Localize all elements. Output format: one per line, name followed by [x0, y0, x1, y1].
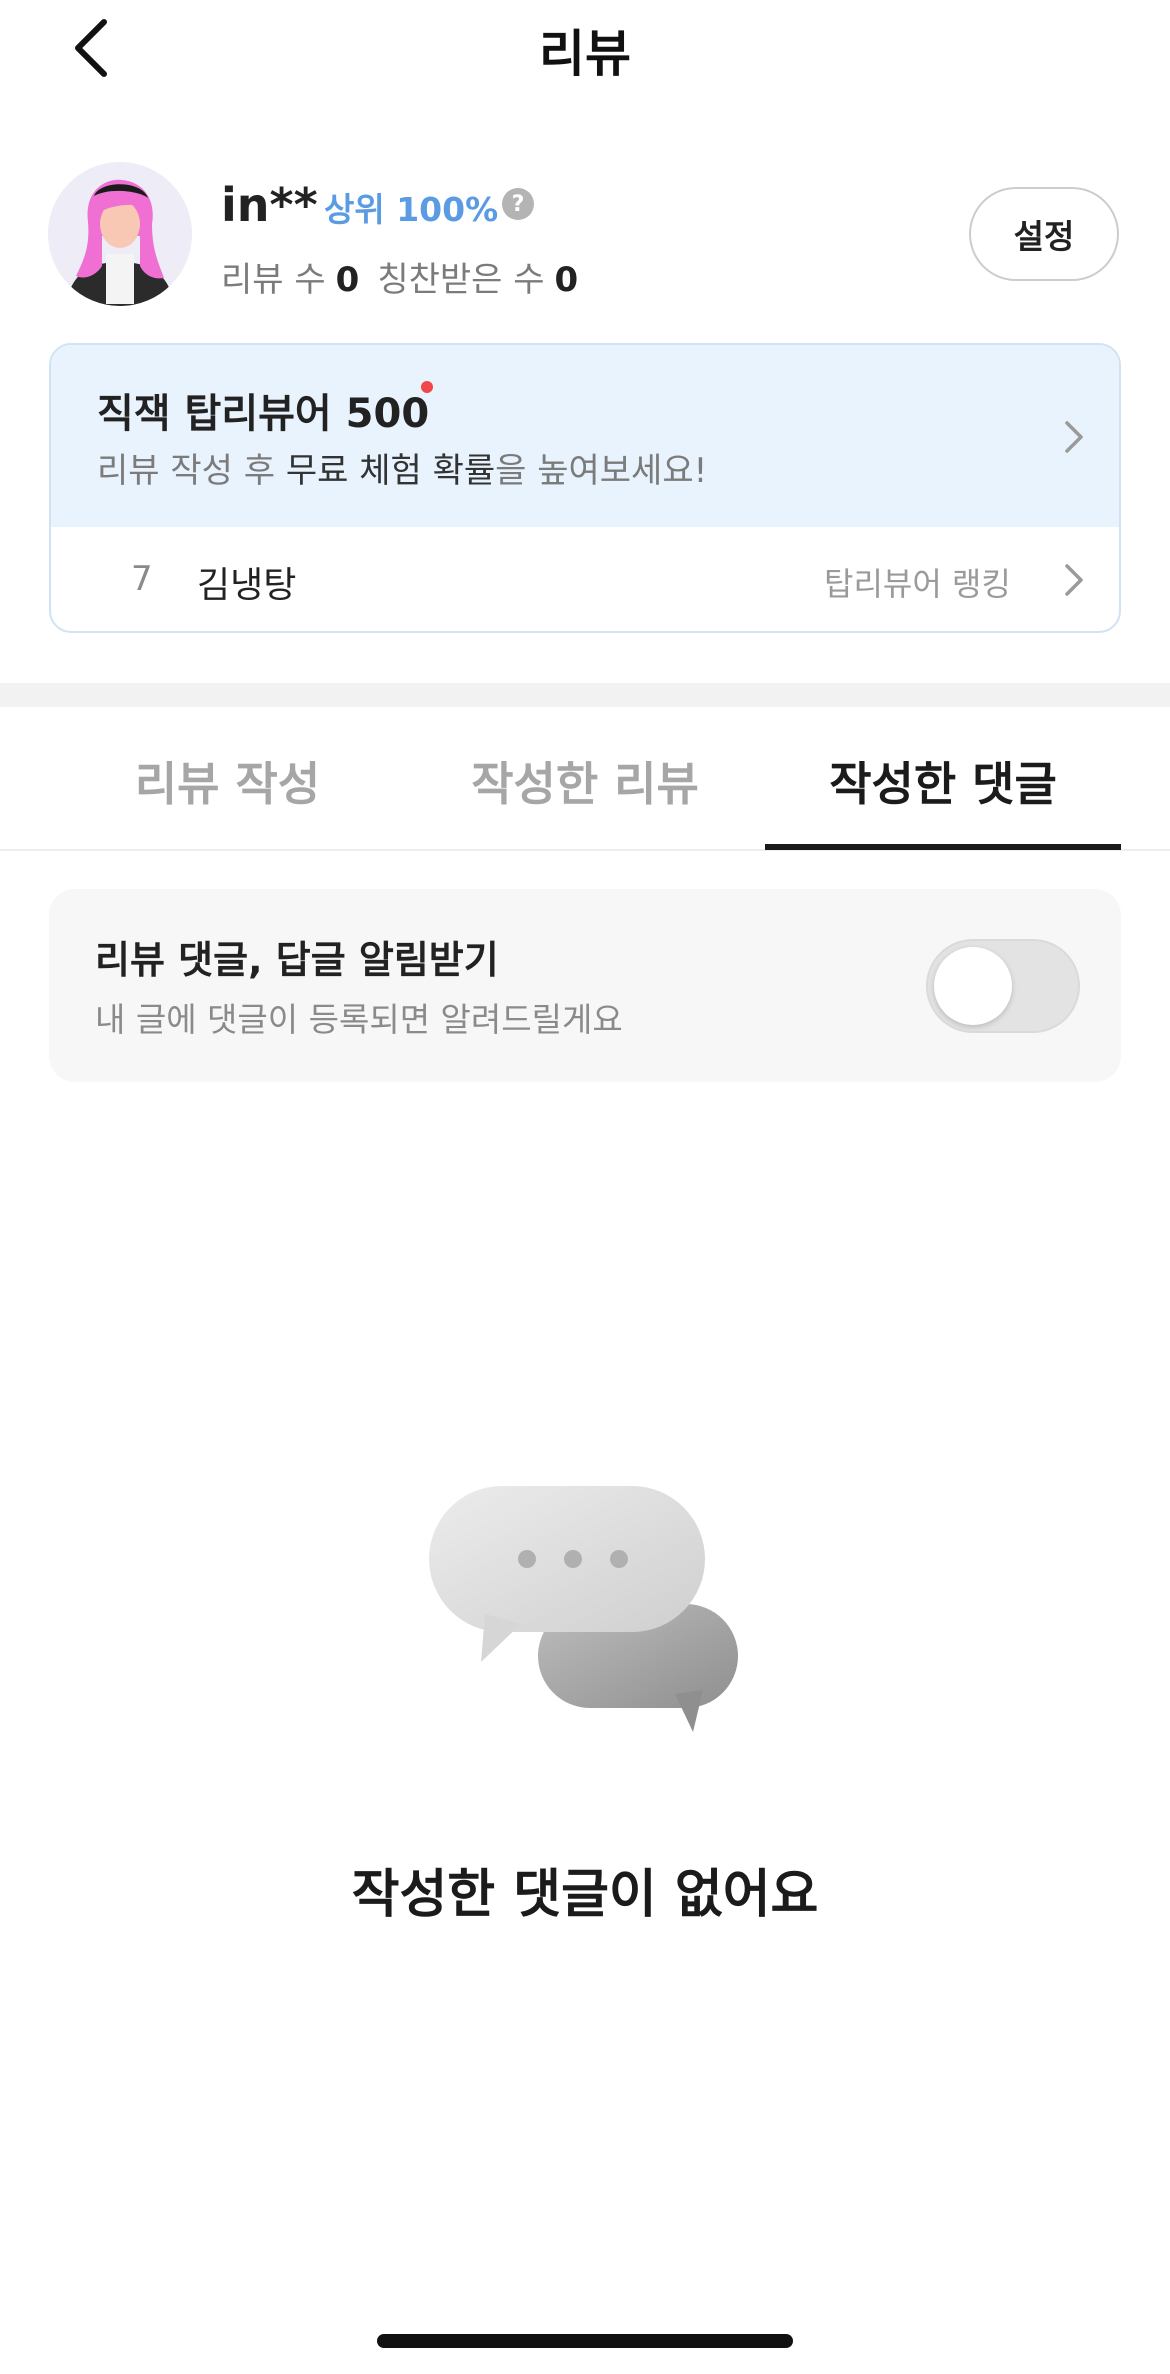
- praise-count-label: 칭찬받은 수: [377, 260, 545, 300]
- page-title: 리뷰: [539, 25, 631, 83]
- tab-write-review[interactable]: 리뷰 작성: [70, 748, 385, 814]
- desc-pre: 리뷰 작성 후: [97, 451, 286, 491]
- tab-written-comments[interactable]: 작성한 댓글: [765, 748, 1121, 814]
- top-reviewer-description: 리뷰 작성 후 무료 체험 확률을 높여보세요!: [97, 443, 707, 492]
- chevron-right-icon[interactable]: [1053, 560, 1093, 600]
- tab-written-reviews[interactable]: 작성한 리뷰: [425, 748, 745, 814]
- settings-button[interactable]: 설정: [969, 187, 1119, 281]
- comment-notification-row: 리뷰 댓글, 답글 알림받기 내 글에 댓글이 등록되면 알려드릴게요: [49, 889, 1121, 1082]
- avatar: [48, 162, 192, 306]
- home-indicator: [377, 2334, 793, 2348]
- notification-title: 리뷰 댓글, 답글 알림받기: [95, 938, 499, 982]
- desc-post: 을 높여보세요!: [495, 451, 708, 491]
- active-tab-indicator: [765, 844, 1121, 850]
- empty-state-message: 작성한 댓글이 없어요: [351, 1865, 819, 1925]
- rank-number: 7: [131, 559, 153, 599]
- profile-stats: 리뷰 수 0 칭찬받은 수0: [221, 252, 578, 301]
- top-reviewer-banner[interactable]: 직잭 탑리뷰어 500 리뷰 작성 후 무료 체험 확률을 높여보세요!: [51, 345, 1119, 527]
- new-dot-badge: [421, 381, 433, 393]
- top-reviewer-card: 직잭 탑리뷰어 500 리뷰 작성 후 무료 체험 확률을 높여보세요! 7 김…: [49, 343, 1121, 633]
- chevron-right-icon: [1065, 421, 1083, 453]
- top-reviewer-title: 직잭 탑리뷰어 500: [97, 391, 430, 437]
- rank-badge: 상위 100%: [324, 190, 499, 229]
- help-icon-glyph: ?: [511, 191, 525, 217]
- chat-bubbles-icon: [429, 1486, 738, 1732]
- notification-description: 내 글에 댓글이 등록되면 알려드릴게요: [95, 1000, 623, 1039]
- notification-toggle[interactable]: [926, 939, 1080, 1033]
- username: in**: [221, 178, 318, 232]
- help-icon[interactable]: ?: [502, 188, 534, 220]
- rank-name: 김냉탕: [197, 565, 297, 606]
- review-count-label: 리뷰 수: [221, 260, 326, 300]
- toggle-knob: [934, 947, 1012, 1025]
- section-divider: [0, 683, 1170, 707]
- praise-count-value: 0: [554, 260, 579, 300]
- review-count-value: 0: [335, 260, 360, 300]
- top-reviewer-ranking-link[interactable]: 탑리뷰어 랭킹: [824, 559, 1011, 605]
- settings-button-label: 설정: [1013, 217, 1075, 256]
- desc-highlight: 무료 체험 확률: [285, 451, 496, 491]
